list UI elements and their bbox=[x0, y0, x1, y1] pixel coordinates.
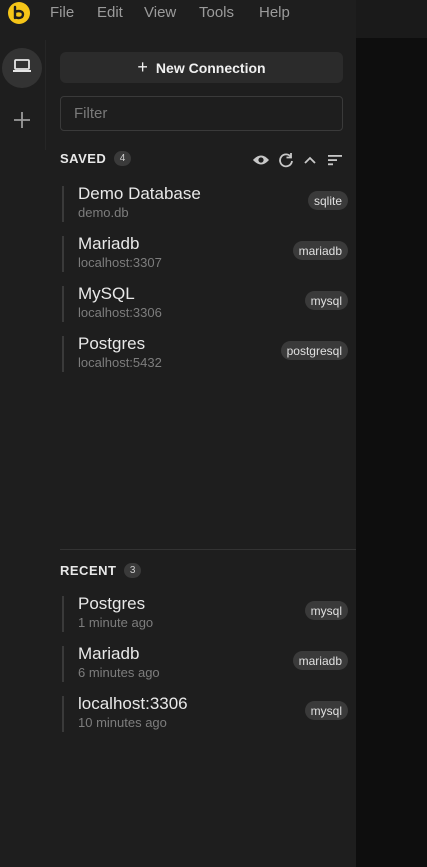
item-indent-bar bbox=[62, 596, 64, 632]
connections-rail-button[interactable] bbox=[2, 48, 42, 88]
new-connection-label: New Connection bbox=[155, 59, 266, 76]
connection-host: localhost:3306 bbox=[78, 305, 162, 320]
left-rail bbox=[0, 40, 46, 150]
item-indent-bar bbox=[62, 336, 64, 372]
plus-icon: + bbox=[137, 57, 148, 77]
main-content-area bbox=[356, 38, 427, 867]
connection-name: Mariadb bbox=[78, 644, 140, 663]
item-indent-bar bbox=[62, 286, 64, 322]
connection-type-badge: mariadb bbox=[292, 651, 348, 670]
connection-type-badge: mysql bbox=[304, 701, 348, 720]
recent-connection-item[interactable]: Mariadb 6 minutes ago mariadb bbox=[62, 644, 348, 684]
section-divider[interactable] bbox=[60, 549, 356, 550]
connection-name: Postgres bbox=[78, 334, 146, 353]
connection-type-badge: mariadb bbox=[292, 241, 348, 260]
saved-section-header: SAVED 4 bbox=[60, 151, 132, 166]
laptop-icon bbox=[12, 58, 32, 79]
connection-type-badge: mysql bbox=[304, 601, 348, 620]
refresh-icon[interactable] bbox=[277, 151, 295, 169]
saved-connection-item[interactable]: Mariadb localhost:3307 mariadb bbox=[62, 234, 348, 274]
recent-section-header: RECENT 3 bbox=[60, 563, 142, 578]
connection-time: 6 minutes ago bbox=[78, 665, 160, 680]
connection-host: localhost:3307 bbox=[78, 255, 162, 270]
connection-name: localhost:3306 bbox=[78, 694, 188, 713]
recent-connection-item[interactable]: Postgres 1 minute ago mysql bbox=[62, 594, 348, 634]
saved-connection-item[interactable]: MySQL localhost:3306 mysql bbox=[62, 284, 348, 324]
item-indent-bar bbox=[62, 696, 64, 732]
item-indent-bar bbox=[62, 236, 64, 272]
connection-name: Postgres bbox=[78, 594, 146, 613]
connection-name: Mariadb bbox=[78, 234, 140, 253]
connection-type-badge: sqlite bbox=[307, 191, 348, 210]
recent-title: RECENT bbox=[60, 563, 117, 578]
add-workspace-button[interactable] bbox=[2, 102, 42, 142]
menu-tools[interactable]: Tools bbox=[199, 4, 234, 21]
saved-connection-item[interactable]: Demo Database demo.db sqlite bbox=[62, 184, 348, 224]
connection-name: Demo Database bbox=[78, 184, 201, 203]
item-indent-bar bbox=[62, 646, 64, 682]
menu-file[interactable]: File bbox=[50, 4, 74, 21]
titlebar-strip bbox=[356, 0, 427, 38]
new-connection-button[interactable]: + New Connection bbox=[60, 52, 343, 83]
connections-panel: + New Connection SAVED 4 bbox=[46, 38, 356, 867]
connection-type-badge: postgresql bbox=[280, 341, 348, 360]
menu-view[interactable]: View bbox=[144, 4, 176, 21]
connection-time: 1 minute ago bbox=[78, 615, 154, 630]
saved-toolbar bbox=[252, 151, 344, 169]
sort-icon[interactable] bbox=[326, 151, 344, 169]
filter-input[interactable] bbox=[60, 96, 343, 131]
recent-count-badge: 3 bbox=[124, 563, 142, 578]
chevron-up-icon[interactable] bbox=[301, 151, 319, 169]
menu-edit[interactable]: Edit bbox=[97, 4, 123, 21]
menu-help[interactable]: Help bbox=[259, 4, 290, 21]
connection-time: 10 minutes ago bbox=[78, 715, 167, 730]
connection-host: demo.db bbox=[78, 205, 129, 220]
connection-name: MySQL bbox=[78, 284, 135, 303]
saved-title: SAVED bbox=[60, 151, 107, 166]
saved-count-badge: 4 bbox=[114, 151, 132, 166]
plus-icon bbox=[12, 110, 32, 135]
recent-connection-item[interactable]: localhost:3306 10 minutes ago mysql bbox=[62, 694, 348, 734]
beekeeper-logo-icon[interactable] bbox=[8, 2, 30, 24]
connection-host: localhost:5432 bbox=[78, 355, 162, 370]
saved-connection-item[interactable]: Postgres localhost:5432 postgresql bbox=[62, 334, 348, 374]
item-indent-bar bbox=[62, 186, 64, 222]
eye-icon[interactable] bbox=[252, 151, 270, 169]
connection-type-badge: mysql bbox=[304, 291, 348, 310]
